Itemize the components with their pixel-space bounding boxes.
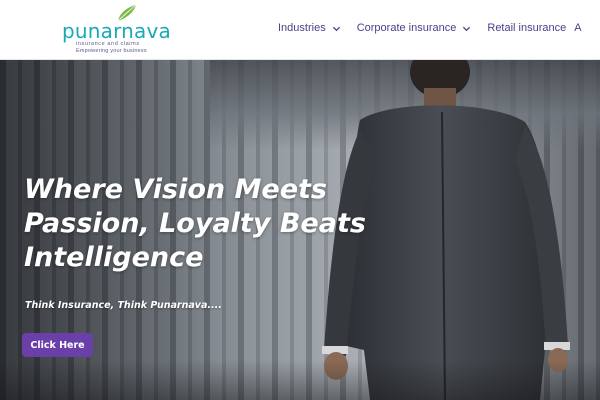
main-nav: Industries Corporate insurance Retail in… (278, 0, 582, 56)
brand-subline: insurance and claims (76, 41, 140, 47)
brand-name: punarnava (62, 19, 171, 43)
hero-heading-line: Passion, Loyalty Beats (24, 208, 366, 239)
click-here-button[interactable]: Click Here (22, 333, 93, 357)
hero-banner: Where Vision Meets Passion, Loyalty Beat… (0, 60, 600, 400)
nav-item-industries[interactable]: Industries (278, 22, 341, 34)
nav-item-retail-insurance[interactable]: Retail insurance (487, 22, 566, 34)
hero-heading-line: Intelligence (24, 242, 204, 273)
chevron-down-icon (332, 26, 340, 31)
brand-logo[interactable]: punarnava insurance and claims Empowerin… (62, 4, 172, 54)
nav-item-label: Industries (278, 22, 326, 34)
hero-floor-shade (0, 360, 600, 400)
hero-subheading: Think Insurance, Think Punarnava.... (25, 300, 222, 311)
brand-tagline: Empowering your business (76, 48, 147, 54)
hero-heading-line: Where Vision Meets (24, 174, 327, 205)
nav-item-label: Retail insurance (487, 22, 567, 34)
nav-item-overflow[interactable]: A (574, 22, 581, 34)
chevron-down-icon (463, 26, 471, 31)
site-header: punarnava insurance and claims Empowerin… (0, 0, 600, 60)
hero-heading: Where Vision Meets Passion, Loyalty Beat… (24, 173, 366, 275)
nav-item-corporate-insurance[interactable]: Corporate insurance (357, 22, 472, 34)
nav-item-label: Corporate insurance (356, 22, 457, 34)
